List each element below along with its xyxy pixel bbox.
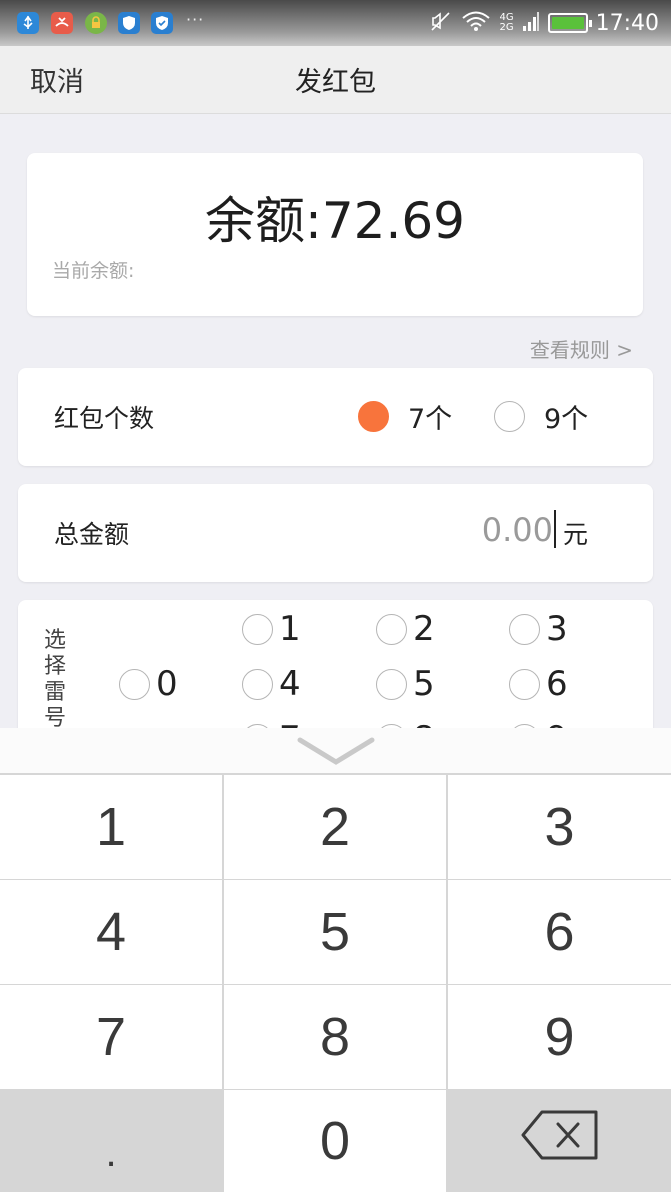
mine-option-4[interactable]: 4 bbox=[242, 666, 301, 702]
balance-caption: 当前余额: bbox=[52, 260, 135, 282]
balance-card: 余额:72.69 当前余额: bbox=[27, 153, 643, 316]
missed-call-icon bbox=[51, 12, 73, 34]
radio-icon bbox=[242, 613, 273, 645]
more-notifications-icon: ··· bbox=[186, 10, 205, 29]
shield-check-icon bbox=[151, 12, 173, 34]
balance-value: 余额:72.69 bbox=[205, 192, 465, 250]
keypad-toolbar bbox=[0, 728, 671, 774]
lock-app-icon bbox=[85, 12, 107, 34]
key-0[interactable]: 0 bbox=[224, 1090, 446, 1192]
count-option-7-radio[interactable] bbox=[358, 401, 389, 432]
radio-icon bbox=[509, 613, 540, 645]
status-bar: ··· 4G 2G 17:40 bbox=[0, 0, 671, 46]
radio-icon bbox=[509, 668, 540, 700]
total-amount-label: 总金额 bbox=[54, 520, 130, 549]
mine-option-0[interactable]: 0 bbox=[119, 666, 178, 702]
packet-count-label: 红包个数 bbox=[54, 404, 155, 433]
radio-icon bbox=[242, 668, 273, 700]
amount-input[interactable]: 0.00 bbox=[482, 511, 553, 549]
network-type: 4G 2G bbox=[499, 12, 514, 33]
key-6[interactable]: 6 bbox=[448, 880, 671, 984]
amount-unit: 元 bbox=[563, 520, 589, 549]
mine-option-2[interactable]: 2 bbox=[376, 611, 435, 647]
packet-count-row: 红包个数 7个 9个 bbox=[18, 368, 653, 466]
mine-number-label: 选择雷号 bbox=[43, 628, 66, 731]
key-7[interactable]: 7 bbox=[0, 985, 222, 1089]
key-5[interactable]: 5 bbox=[224, 880, 446, 984]
key-1[interactable]: 1 bbox=[0, 775, 222, 879]
mine-option-5[interactable]: 5 bbox=[376, 666, 435, 702]
radio-icon bbox=[376, 613, 407, 645]
numeric-keypad: 1 2 3 4 5 6 7 8 9 . 0 bbox=[0, 728, 671, 1192]
mine-option-6[interactable]: 6 bbox=[509, 666, 568, 702]
key-9[interactable]: 9 bbox=[448, 985, 671, 1089]
backspace-icon bbox=[520, 1109, 600, 1174]
wifi-icon bbox=[461, 10, 491, 36]
battery-icon bbox=[547, 13, 592, 33]
count-option-9-label[interactable]: 9个 bbox=[544, 397, 588, 436]
key-4[interactable]: 4 bbox=[0, 880, 222, 984]
count-option-9-radio[interactable] bbox=[494, 401, 525, 432]
key-8[interactable]: 8 bbox=[224, 985, 446, 1089]
key-2[interactable]: 2 bbox=[224, 775, 446, 879]
chevron-down-icon[interactable] bbox=[296, 734, 376, 768]
mine-option-3[interactable]: 3 bbox=[509, 611, 568, 647]
clock: 17:40 bbox=[595, 10, 659, 36]
text-caret bbox=[554, 510, 556, 548]
count-option-7-label[interactable]: 7个 bbox=[408, 397, 452, 436]
mute-icon bbox=[429, 9, 453, 37]
mine-option-1[interactable]: 1 bbox=[242, 611, 301, 647]
view-rules-link[interactable]: 查看规则 > bbox=[530, 334, 633, 363]
signal-icon bbox=[522, 10, 540, 36]
radio-icon bbox=[376, 668, 407, 700]
shield-icon bbox=[118, 12, 140, 34]
radio-icon bbox=[119, 668, 150, 700]
usb-icon bbox=[17, 12, 39, 34]
backspace-key[interactable] bbox=[448, 1090, 671, 1192]
key-3[interactable]: 3 bbox=[448, 775, 671, 879]
key-decimal[interactable]: . bbox=[0, 1090, 222, 1192]
total-amount-row[interactable]: 总金额 0.00 元 bbox=[18, 484, 653, 582]
nav-header: 取消 发红包 bbox=[0, 46, 671, 114]
page-title: 发红包 bbox=[295, 67, 376, 98]
